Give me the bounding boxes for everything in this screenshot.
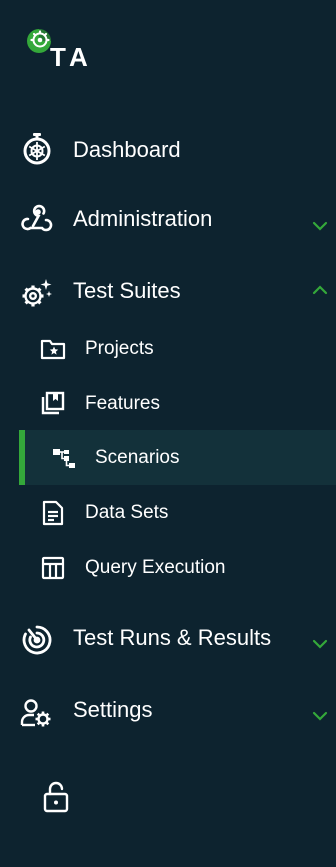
nav-label-test-runs: Test Runs & Results: [73, 625, 272, 650]
unlock-icon[interactable]: [42, 780, 70, 814]
bookmark-library-icon: [39, 389, 67, 417]
radar-icon: [20, 623, 54, 657]
gears-sparkle-icon: [20, 276, 54, 310]
nav-label-features: Features: [85, 393, 160, 414]
nav-item-query-execution[interactable]: Query Execution: [0, 553, 336, 583]
nav-label-data-sets: Data Sets: [85, 502, 169, 523]
stopwatch-icon: [20, 132, 54, 166]
nav-item-dashboard[interactable]: Dashboard: [0, 130, 336, 170]
table-layout-icon: [39, 554, 67, 582]
nav-label-administration: Administration: [73, 206, 213, 231]
folder-star-icon: [39, 335, 67, 363]
nav-item-projects[interactable]: Projects: [0, 334, 336, 364]
nav-label-dashboard: Dashboard: [73, 137, 181, 162]
nav-item-features[interactable]: Features: [0, 389, 336, 419]
tree-structure-icon: [50, 444, 78, 472]
nav-label-test-suites: Test Suites: [73, 278, 181, 303]
nav-item-settings[interactable]: Settings: [0, 692, 336, 732]
nav-item-scenarios[interactable]: Scenarios: [0, 443, 336, 473]
app-logo[interactable]: TA: [26, 27, 106, 71]
logo-text: TA: [50, 42, 93, 72]
chevron-down-icon[interactable]: [310, 706, 330, 726]
document-lines-icon: [39, 499, 67, 527]
nav-label-query-execution: Query Execution: [85, 557, 226, 578]
chevron-up-icon[interactable]: [310, 280, 330, 300]
nav-item-test-runs[interactable]: Test Runs & Results: [0, 620, 336, 660]
nav-label-scenarios: Scenarios: [95, 447, 180, 468]
user-gear-icon: [20, 696, 54, 730]
nav-label-settings: Settings: [73, 697, 153, 722]
nav-item-test-suites[interactable]: Test Suites: [0, 272, 336, 312]
nav-label-projects: Projects: [85, 338, 154, 359]
nav-item-administration[interactable]: Administration: [0, 200, 336, 240]
chevron-down-icon[interactable]: [310, 634, 330, 654]
nav-item-data-sets[interactable]: Data Sets: [0, 498, 336, 528]
webhook-icon: [20, 203, 54, 237]
chevron-down-icon[interactable]: [310, 216, 330, 236]
